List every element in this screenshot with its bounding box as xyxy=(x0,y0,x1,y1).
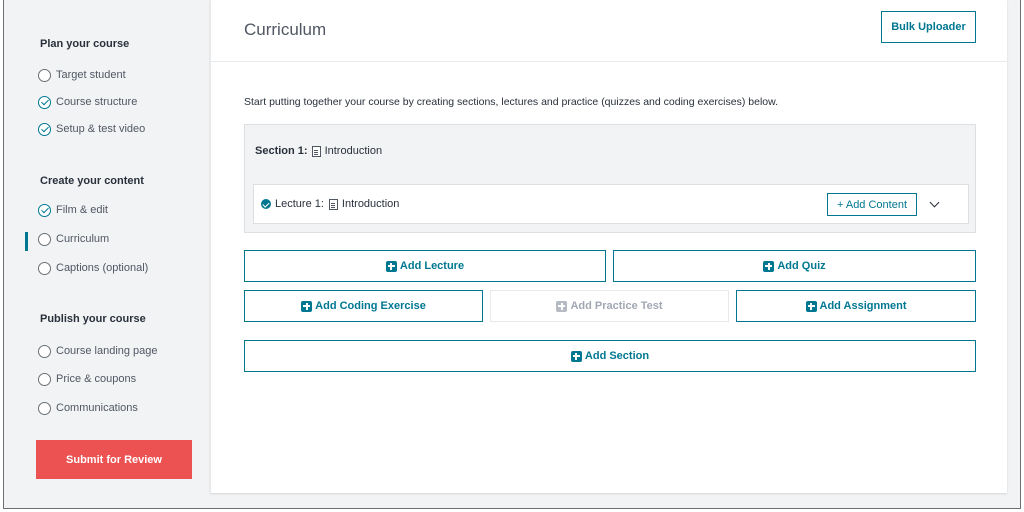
sidebar-item-label: Course landing page xyxy=(56,345,158,357)
intro-text: Start putting together your course by cr… xyxy=(244,96,779,108)
lecture-row[interactable]: Lecture 1: Introduction + Add Content xyxy=(253,184,969,224)
check-circle-icon xyxy=(38,122,51,136)
section-number: Section 1: xyxy=(255,145,308,157)
sidebar-item-communications[interactable]: Communications xyxy=(38,400,138,416)
sidebar-item-captions[interactable]: Captions (optional) xyxy=(38,260,148,276)
section-title[interactable]: Section 1: Introduction xyxy=(255,145,382,157)
circle-icon xyxy=(38,401,51,415)
sidebar-item-film-edit[interactable]: Film & edit xyxy=(38,202,108,218)
add-section-label: Add Section xyxy=(584,350,650,362)
submit-for-review-button[interactable]: Submit for Review xyxy=(36,440,192,479)
sidebar: Plan your course Target student Course s… xyxy=(4,0,210,508)
add-practice-test-button: Add Practice Test xyxy=(490,290,729,322)
circle-icon xyxy=(38,261,51,275)
active-indicator xyxy=(25,232,28,251)
add-content-button[interactable]: + Add Content xyxy=(827,193,917,216)
lecture-name: Introduction xyxy=(341,198,400,210)
sidebar-item-curriculum[interactable]: Curriculum xyxy=(38,231,109,247)
add-coding-exercise-label: Add Coding Exercise xyxy=(315,300,426,312)
sidebar-item-label: Price & coupons xyxy=(56,373,137,385)
group-title-create: Create your content xyxy=(40,175,144,187)
add-assignment-label: Add Assignment xyxy=(819,300,907,312)
lecture-title: Lecture 1: Introduction xyxy=(261,198,399,210)
add-section-button[interactable]: Add Section xyxy=(244,340,976,372)
add-coding-exercise-button[interactable]: Add Coding Exercise xyxy=(244,290,483,322)
section-card: Section 1: Introduction Lecture 1: Intro… xyxy=(244,124,976,233)
add-lecture-button[interactable]: Add Lecture xyxy=(244,250,606,282)
sidebar-item-course-structure[interactable]: Course structure xyxy=(38,94,137,110)
document-icon xyxy=(328,198,338,210)
main-panel: Curriculum Bulk Uploader Start putting t… xyxy=(210,0,1008,493)
add-quiz-label: Add Quiz xyxy=(777,260,826,272)
plus-square-icon xyxy=(763,260,775,272)
group-title-plan: Plan your course xyxy=(40,38,130,50)
sidebar-item-landing-page[interactable]: Course landing page xyxy=(38,343,158,359)
page-title: Curriculum xyxy=(244,20,327,39)
bulk-uploader-button[interactable]: Bulk Uploader xyxy=(881,11,976,43)
plus-square-icon xyxy=(805,300,817,312)
circle-icon xyxy=(38,344,51,358)
group-title-publish: Publish your course xyxy=(40,313,146,325)
sidebar-item-label: Target student xyxy=(56,69,126,81)
sidebar-item-label: Course structure xyxy=(56,96,138,108)
check-circle-icon xyxy=(261,199,271,209)
plus-square-icon xyxy=(301,300,313,312)
sidebar-item-label: Setup & test video xyxy=(56,123,146,135)
circle-icon xyxy=(38,372,51,386)
sidebar-item-label: Captions (optional) xyxy=(56,262,149,274)
sidebar-item-label: Film & edit xyxy=(56,204,108,216)
sidebar-item-label: Curriculum xyxy=(56,233,110,245)
plus-square-icon xyxy=(570,350,582,362)
add-lecture-label: Add Lecture xyxy=(399,260,465,272)
lecture-number: Lecture 1: xyxy=(275,198,324,210)
add-assignment-button[interactable]: Add Assignment xyxy=(736,290,976,322)
add-practice-test-label: Add Practice Test xyxy=(570,300,663,312)
sidebar-item-price-coupons[interactable]: Price & coupons xyxy=(38,371,136,387)
circle-icon xyxy=(38,68,51,82)
section-name: Introduction xyxy=(324,145,383,157)
plus-square-icon xyxy=(556,300,568,312)
sidebar-item-target-student[interactable]: Target student xyxy=(38,67,126,83)
circle-icon xyxy=(38,232,51,246)
main-header: Curriculum Bulk Uploader xyxy=(211,0,1008,62)
chevron-down-icon[interactable] xyxy=(929,197,940,208)
check-circle-icon xyxy=(38,95,51,109)
sidebar-item-setup-test-video[interactable]: Setup & test video xyxy=(38,121,145,137)
plus-square-icon xyxy=(385,260,397,272)
check-circle-icon xyxy=(38,203,51,217)
document-icon xyxy=(311,145,321,157)
add-quiz-button[interactable]: Add Quiz xyxy=(613,250,976,282)
sidebar-item-label: Communications xyxy=(56,402,138,414)
